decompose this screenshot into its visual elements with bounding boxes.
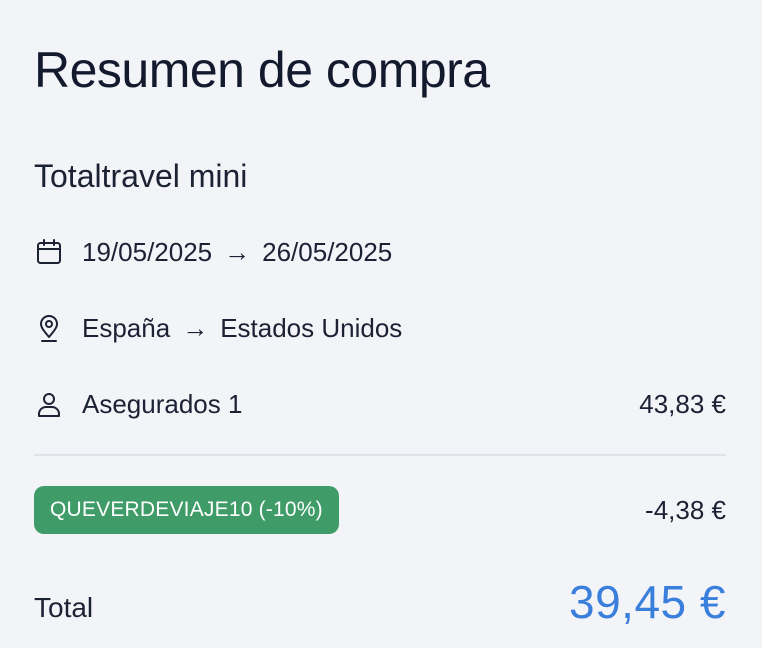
total-amount: 39,45 € [569, 576, 726, 628]
destination-country: Estados Unidos [220, 312, 403, 343]
route-arrow: → [182, 312, 209, 343]
total-label: Total [34, 592, 94, 623]
total-row: Total 39,45 € [34, 570, 726, 630]
date-arrow: → [224, 236, 251, 267]
location-pin-icon [34, 313, 64, 343]
product-name: Totaltravel mini [34, 158, 248, 194]
discount-row: QUEVERDEVIAJE10 (-10%) -4,38 € [34, 486, 726, 534]
insured-amount: 43,83 € [639, 388, 726, 419]
start-date: 19/05/2025 [82, 236, 213, 267]
purchase-summary-card: Resumen de compra Totaltravel mini 19/05… [0, 0, 762, 648]
end-date: 26/05/2025 [262, 236, 393, 267]
discount-amount: -4,38 € [645, 494, 726, 525]
user-icon [34, 389, 64, 419]
calendar-icon [34, 237, 64, 267]
insured-label: Asegurados 1 [82, 388, 243, 419]
page-title: Resumen de compra [34, 42, 490, 98]
route-row: España → Estados Unidos [34, 308, 726, 348]
dates-row: 19/05/2025 → 26/05/2025 [34, 232, 726, 272]
discount-code-badge: QUEVERDEVIAJE10 (-10%) [34, 486, 339, 534]
origin-country: España [82, 312, 171, 343]
insured-row: Asegurados 1 43,83 € [34, 384, 726, 424]
divider [34, 454, 726, 456]
